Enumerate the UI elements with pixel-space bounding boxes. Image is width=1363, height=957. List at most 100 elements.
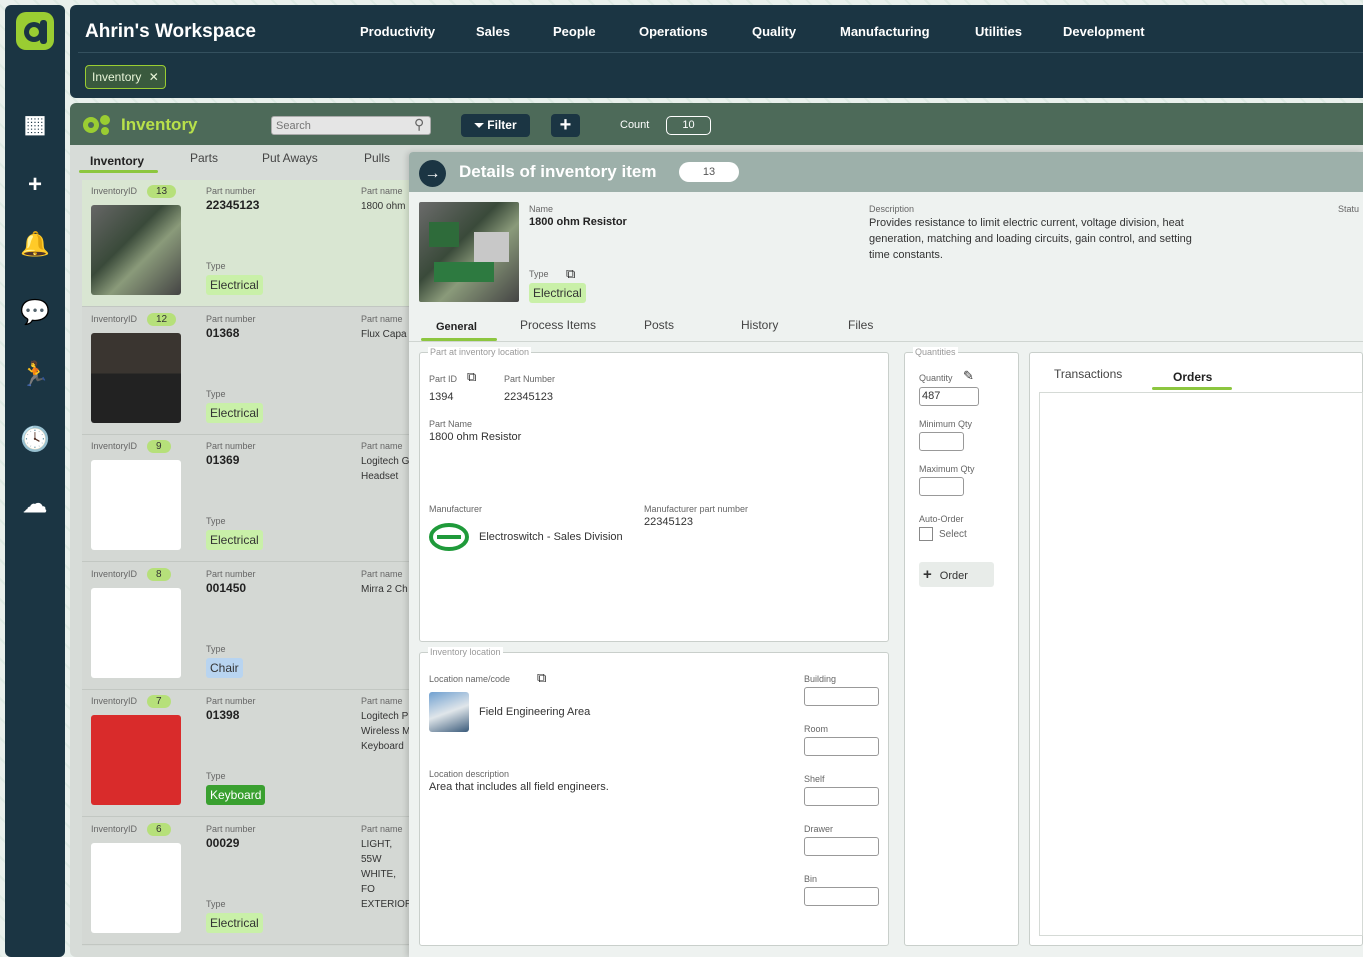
location-image [429, 692, 469, 732]
minimum-qty-field[interactable] [919, 432, 964, 451]
nav-sales[interactable]: Sales [476, 24, 510, 39]
part-number-label: Part number [206, 568, 256, 579]
part-name-label: Part name [361, 186, 403, 196]
quantity-field[interactable]: 487 [919, 387, 979, 406]
location-bin-field[interactable] [804, 887, 879, 906]
nav-manufacturing[interactable]: Manufacturing [840, 24, 930, 39]
add-icon[interactable]: + [20, 170, 50, 200]
inventory-card[interactable]: InventoryID 7 Part number 01398 Type Keyboard… [82, 690, 412, 817]
maximum-qty-field[interactable] [919, 477, 964, 496]
part-name-label: Part name [361, 823, 403, 834]
order-button-label: Order [939, 570, 968, 582]
tab-pulls[interactable]: Pulls [364, 151, 390, 165]
orders-table-area [1039, 392, 1363, 936]
minimum-qty-label: Minimum Qty [919, 419, 973, 429]
part-name-value: LIGHT, 55W WHITE, FO EXTERIOR [361, 838, 411, 910]
part-name-value: Logitech G Headset [361, 456, 410, 482]
inventory-id-pill: 12 [147, 312, 177, 326]
cloud-upload-icon[interactable]: ☁ [20, 490, 50, 520]
location-building-label: Building [804, 674, 837, 684]
quantity-label: Quantity [919, 373, 953, 383]
inventory-card[interactable]: InventoryID 13 Part number 22345123 Type Elec… [82, 180, 412, 307]
part-number-value: 22345123 [504, 391, 553, 403]
tab-files[interactable]: Files [848, 318, 873, 332]
nav-quality[interactable]: Quality [752, 24, 796, 39]
add-item-button[interactable]: + [551, 114, 580, 137]
tab-put-aways[interactable]: Put Aways [262, 151, 318, 165]
auto-order-checkbox[interactable] [919, 527, 933, 541]
part-number-label: Part number [206, 696, 256, 706]
part-section-title: Part at inventory location [428, 347, 532, 357]
mfr-pn-value: 22345123 [644, 516, 693, 528]
part-name-value: Mirra 2 Ch [361, 583, 408, 595]
details-tab-divider [409, 341, 1363, 342]
app-logo-icon[interactable] [16, 12, 54, 50]
location-shelf-field[interactable] [804, 787, 879, 806]
close-icon[interactable]: ✕ [149, 70, 159, 84]
part-open-icon[interactable]: ⧉ [467, 369, 476, 385]
open-tab-chip[interactable]: Inventory ✕ [85, 65, 166, 89]
filter-button[interactable]: ⏷ Filter [461, 114, 530, 137]
open-external-icon[interactable]: ⧉ [566, 266, 575, 282]
bell-icon[interactable]: 🔔 [20, 230, 50, 260]
nav-operations[interactable]: Operations [639, 24, 708, 39]
search-icon[interactable]: ⚲ [414, 116, 424, 133]
location-open-icon[interactable]: ⧉ [537, 670, 546, 686]
nav-people[interactable]: People [553, 24, 596, 39]
part-name-label: Part name [361, 696, 403, 706]
inventory-card[interactable]: InventoryID 6 Part number 00029 Type Electric… [82, 818, 412, 945]
inventory-id-pill: 8 [147, 567, 171, 581]
tab-general[interactable]: General [436, 321, 477, 333]
inventory-card[interactable]: InventoryID 12 Part number 01368 Type Electri… [82, 308, 412, 435]
inventory-card[interactable]: InventoryID 8 Part number 001450 Type Chair Pa… [82, 563, 412, 690]
type-badge: Electrical [206, 275, 263, 295]
tab-transactions[interactable]: Transactions [1054, 367, 1122, 381]
type-badge: Electrical [206, 402, 263, 423]
panel-header [70, 103, 1363, 145]
manufacturer-value: Electroswitch - Sales Division [479, 531, 623, 543]
location-room-field[interactable] [804, 737, 879, 756]
part-number-label: Part Number [504, 374, 556, 384]
type-label: Type [529, 269, 549, 279]
tab-orders[interactable]: Orders [1173, 370, 1212, 384]
apps-grid-icon[interactable]: ▦ [20, 110, 50, 140]
location-section-title: Inventory location [428, 647, 503, 657]
part-name-value: Flux Capa [361, 328, 407, 340]
tab-posts[interactable]: Posts [644, 318, 674, 332]
inventory-id-label: InventoryID [91, 186, 138, 196]
nav-utilities[interactable]: Utilities [975, 24, 1022, 39]
type-label: Type [206, 898, 226, 909]
auto-order-label: Auto-Order [919, 514, 964, 524]
order-button[interactable]: + Order [919, 562, 994, 587]
type-badge: Chair [206, 657, 243, 678]
app-sidebar [5, 5, 65, 957]
search-input[interactable] [271, 116, 431, 135]
location-drawer-field[interactable] [804, 837, 879, 856]
gears-icon [83, 115, 110, 135]
part-number-value: 00029 [206, 835, 240, 850]
tab-history[interactable]: History [741, 318, 778, 332]
details-id-pill: 13 [679, 162, 739, 182]
quantities-section-title: Quantities [913, 347, 958, 357]
item-thumbnail [91, 842, 181, 933]
tab-parts[interactable]: Parts [190, 151, 218, 165]
part-number-label: Part number [206, 823, 256, 834]
clock-icon[interactable]: 🕓 [20, 425, 50, 455]
nav-development[interactable]: Development [1063, 24, 1145, 39]
inventory-id-label: InventoryID [91, 313, 138, 324]
panel-title: Inventory [121, 115, 198, 134]
chat-icon[interactable]: 💬 [20, 298, 50, 328]
collapse-arrow-icon[interactable]: → [419, 160, 446, 187]
part-name-value: 1800 ohm [361, 201, 406, 212]
edit-pencil-icon[interactable]: ✎ [963, 368, 974, 384]
type-badge: Electrical [206, 912, 263, 933]
inventory-id-pill: 13 [147, 185, 177, 198]
runner-icon[interactable]: 🏃 [20, 360, 50, 390]
item-thumbnail [91, 205, 181, 295]
inventory-id-pill: 7 [147, 695, 171, 708]
inventory-card[interactable]: InventoryID 9 Part number 01369 Type Electric… [82, 435, 412, 562]
location-building-field[interactable] [804, 687, 879, 706]
tab-inventory[interactable]: Inventory [90, 154, 144, 168]
nav-productivity[interactable]: Productivity [360, 24, 435, 39]
tab-process-items[interactable]: Process Items [520, 318, 596, 332]
